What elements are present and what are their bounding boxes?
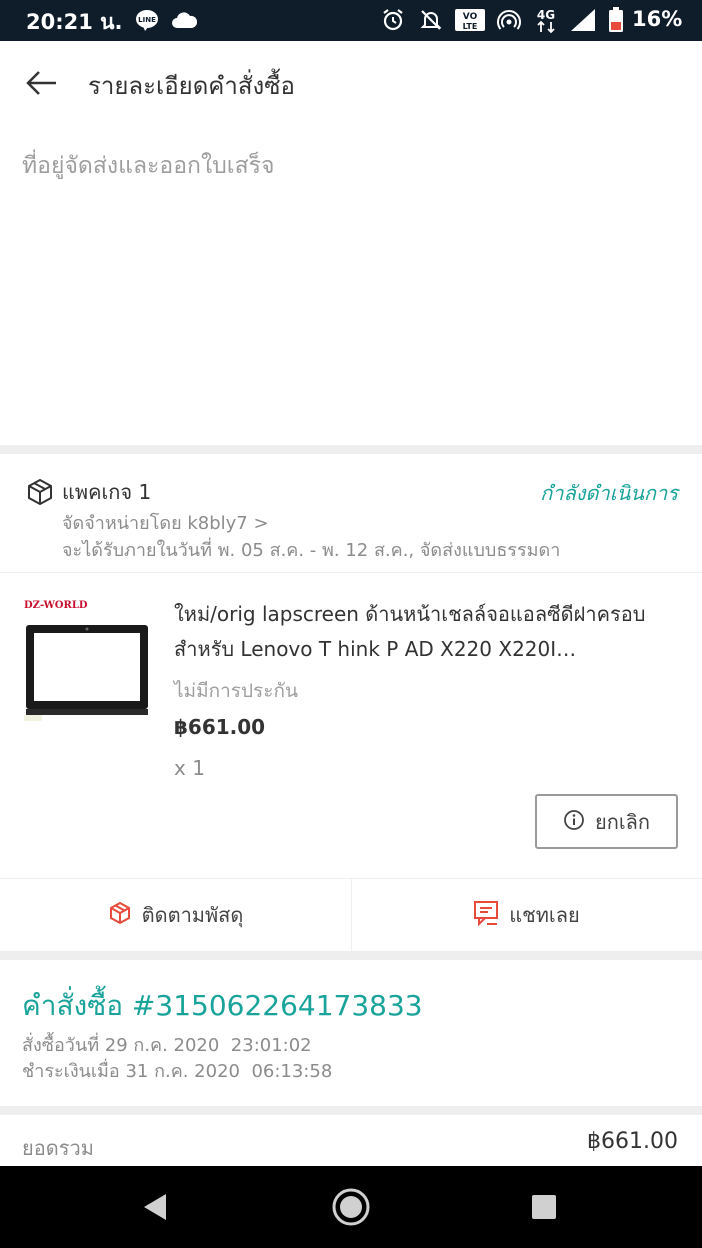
- package-name: แพคเกจ 1: [62, 480, 152, 504]
- page-title: รายละเอียดคำสั่งซื้อ: [88, 72, 295, 100]
- package-actions: ติดตามพัสดุ แชทเลย: [0, 878, 702, 951]
- total-value: ฿661.00: [587, 1129, 678, 1154]
- chat-now-button[interactable]: แชทเลย: [351, 879, 702, 951]
- warranty-text: ไม่มีการประกัน: [174, 680, 298, 702]
- product-brand-logo: DZ-WORLD: [24, 600, 88, 611]
- alarm-icon: [380, 8, 406, 32]
- status-bar: 20:21 น. LINE VO LTE 4G 16%: [0, 0, 702, 41]
- shipping-address-heading: ที่อยู่จัดส่งและออกใบเสร็จ: [22, 153, 275, 179]
- section-divider: [0, 445, 702, 454]
- line-icon: LINE: [134, 8, 160, 32]
- product-title[interactable]: ใหม่/orig lapscreen ด้านหน้าเชลล์จอแอลซี…: [174, 597, 654, 667]
- nav-recents-icon[interactable]: [523, 1186, 565, 1228]
- section-divider: [0, 1106, 702, 1115]
- svg-text:VO: VO: [463, 12, 478, 22]
- section-divider: [0, 951, 702, 960]
- back-arrow-icon[interactable]: [22, 63, 62, 103]
- signal-icon: [568, 8, 598, 32]
- product-quantity: x 1: [174, 756, 205, 780]
- system-nav-bar: [0, 1166, 702, 1248]
- package-box-icon: [26, 478, 54, 506]
- order-number: คำสั่งซื้อ #315062264173833: [22, 989, 423, 1022]
- cancel-button[interactable]: ยกเลิก: [535, 794, 678, 849]
- track-parcel-label: ติดตามพัสดุ: [141, 903, 244, 927]
- package-section: แพคเกจ 1 กำลังดำเนินการ จัดจำหน่ายโดย k8…: [0, 454, 702, 878]
- status-time: 20:21 น.: [26, 10, 123, 34]
- nav-back-icon[interactable]: [134, 1186, 176, 1228]
- info-icon: [563, 809, 585, 835]
- svg-text:LTE: LTE: [463, 22, 478, 31]
- cancel-button-label: ยกเลิก: [594, 809, 651, 834]
- shipping-address-section[interactable]: ที่อยู่จัดส่งและออกใบเสร็จ: [0, 123, 702, 445]
- volte-icon: VO LTE: [454, 8, 486, 32]
- total-label: ยอดรวม: [22, 1136, 94, 1160]
- payment-date: ชำระเงินเมื่อ 31 ก.ค. 2020 06:13:58: [22, 1061, 333, 1082]
- delivery-estimate: จะได้รับภายในวันที่ พ. 05 ส.ค. - พ. 12 ส…: [62, 540, 561, 561]
- order-total-row: ยอดรวม ฿661.00: [0, 1115, 702, 1166]
- parcel-icon: [108, 901, 132, 929]
- product-price: ฿661.00: [174, 715, 266, 739]
- hotspot-icon: [496, 8, 522, 32]
- chat-now-label: แชทเลย: [509, 903, 580, 927]
- app-bar: รายละเอียดคำสั่งซื้อ: [0, 41, 702, 123]
- package-status: กำลังดำเนินการ: [540, 481, 678, 505]
- svg-text:LINE: LINE: [138, 16, 156, 24]
- cloud-icon: [170, 8, 198, 32]
- 4g-icon: 4G: [532, 8, 560, 33]
- track-parcel-button[interactable]: ติดตามพัสดุ: [0, 879, 351, 951]
- order-date: สั่งซื้อวันที่ 29 ก.ค. 2020 23:01:02: [22, 1035, 312, 1056]
- svg-text:4G: 4G: [537, 8, 555, 22]
- product-image[interactable]: DZ-WORLD: [22, 597, 152, 727]
- order-info-section: คำสั่งซื้อ #315062264173833 สั่งซื้อวันท…: [0, 960, 702, 1105]
- battery-percent: 16%: [632, 7, 683, 31]
- battery-icon: [606, 7, 626, 32]
- nav-home-icon[interactable]: [330, 1186, 372, 1228]
- chat-icon: [473, 900, 499, 930]
- mute-icon: [418, 8, 444, 32]
- package-divider: [0, 572, 702, 573]
- seller-link[interactable]: จัดจำหน่ายโดย k8bly7 >: [62, 508, 269, 537]
